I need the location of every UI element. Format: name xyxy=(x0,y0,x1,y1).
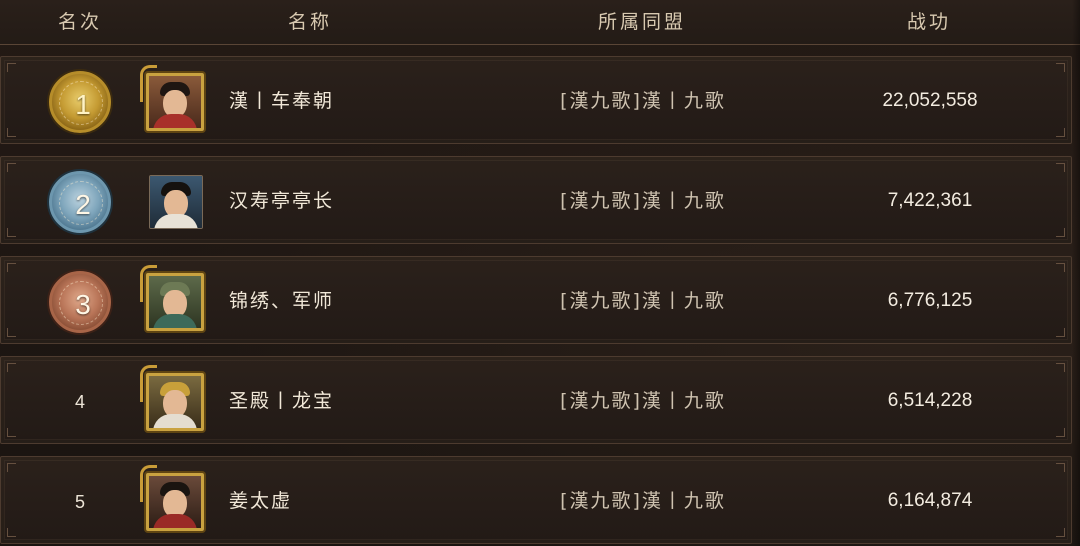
row-corner-ornament xyxy=(1056,328,1065,337)
row-corner-ornament xyxy=(1056,363,1065,372)
row-corner-ornament xyxy=(1056,228,1065,237)
battle-merit-value: 22,052,558 xyxy=(882,90,978,111)
battle-merit-value: 6,776,125 xyxy=(887,290,973,311)
battle-merit-value: 6,514,228 xyxy=(887,390,973,411)
header-alliance: 所属同盟 xyxy=(597,11,687,33)
ranking-header: 名次 名称 所属同盟 战功 xyxy=(0,0,1080,45)
row-corner-ornament xyxy=(1056,528,1065,537)
avatar[interactable] xyxy=(146,373,204,431)
rank-cell: 4 xyxy=(49,371,111,433)
player-name[interactable]: 姜太虚 xyxy=(229,457,292,545)
ranking-row[interactable]: 5 姜太虚 [漢九歌]漢丨九歌 6,164,874 xyxy=(0,456,1072,544)
rank-number: 3 xyxy=(75,289,91,320)
row-corner-ornament xyxy=(7,463,16,472)
rank-cell: 1 xyxy=(49,71,111,133)
rank-number: 4 xyxy=(74,392,85,412)
rank-cell: 5 xyxy=(49,471,111,533)
row-corner-ornament xyxy=(7,163,16,172)
avatar[interactable] xyxy=(146,73,204,131)
ranking-row[interactable]: 2 汉寿亭亭长 [漢九歌]漢丨九歌 7,422,361 xyxy=(0,156,1072,244)
row-corner-ornament xyxy=(1056,263,1065,272)
avatar[interactable] xyxy=(146,273,204,331)
player-name[interactable]: 圣殿丨龙宝 xyxy=(229,357,334,445)
row-corner-ornament xyxy=(1056,128,1065,137)
alliance-name[interactable]: [漢九歌]漢丨九歌 xyxy=(560,157,726,245)
rank-cell: 2 xyxy=(49,171,111,233)
header-rank: 名次 xyxy=(57,11,103,33)
row-corner-ornament xyxy=(1056,163,1065,172)
row-corner-ornament xyxy=(7,228,16,237)
row-corner-ornament xyxy=(1056,63,1065,72)
battle-merit-value: 6,164,874 xyxy=(887,490,973,511)
alliance-name[interactable]: [漢九歌]漢丨九歌 xyxy=(560,257,726,345)
rank-number: 1 xyxy=(75,89,91,120)
row-corner-ornament xyxy=(1056,428,1065,437)
gold-medal-icon: 1 xyxy=(49,71,111,133)
row-corner-ornament xyxy=(7,528,16,537)
row-corner-ornament xyxy=(7,63,16,72)
ranking-row[interactable]: 4 圣殿丨龙宝 [漢九歌]漢丨九歌 6,514,228 xyxy=(0,356,1072,444)
alliance-name[interactable]: [漢九歌]漢丨九歌 xyxy=(560,357,726,445)
row-corner-ornament xyxy=(7,428,16,437)
player-name[interactable]: 汉寿亭亭长 xyxy=(229,157,334,245)
silver-medal-icon: 2 xyxy=(49,171,111,233)
row-corner-ornament xyxy=(7,263,16,272)
avatar[interactable] xyxy=(149,175,203,229)
right-edge-shadow xyxy=(1072,0,1080,546)
rank-number: 2 xyxy=(75,189,91,220)
avatar[interactable] xyxy=(146,473,204,531)
row-corner-ornament xyxy=(1056,463,1065,472)
row-corner-ornament xyxy=(7,328,16,337)
row-corner-ornament xyxy=(7,128,16,137)
alliance-name[interactable]: [漢九歌]漢丨九歌 xyxy=(560,57,726,145)
bronze-medal-icon: 3 xyxy=(49,271,111,333)
header-name: 名称 xyxy=(287,11,333,33)
rank-cell: 3 xyxy=(49,271,111,333)
player-name[interactable]: 漢丨车奉朝 xyxy=(229,57,334,145)
rank-number: 5 xyxy=(74,492,85,512)
player-name[interactable]: 锦绣、军师 xyxy=(229,257,334,345)
row-corner-ornament xyxy=(7,363,16,372)
ranking-row[interactable]: 3 锦绣、军师 [漢九歌]漢丨九歌 6,776,125 xyxy=(0,256,1072,344)
alliance-name[interactable]: [漢九歌]漢丨九歌 xyxy=(560,457,726,545)
battle-merit-value: 7,422,361 xyxy=(887,190,973,211)
ranking-row[interactable]: 1 漢丨车奉朝 [漢九歌]漢丨九歌 22,052,558 xyxy=(0,56,1072,144)
header-power: 战功 xyxy=(906,11,952,33)
